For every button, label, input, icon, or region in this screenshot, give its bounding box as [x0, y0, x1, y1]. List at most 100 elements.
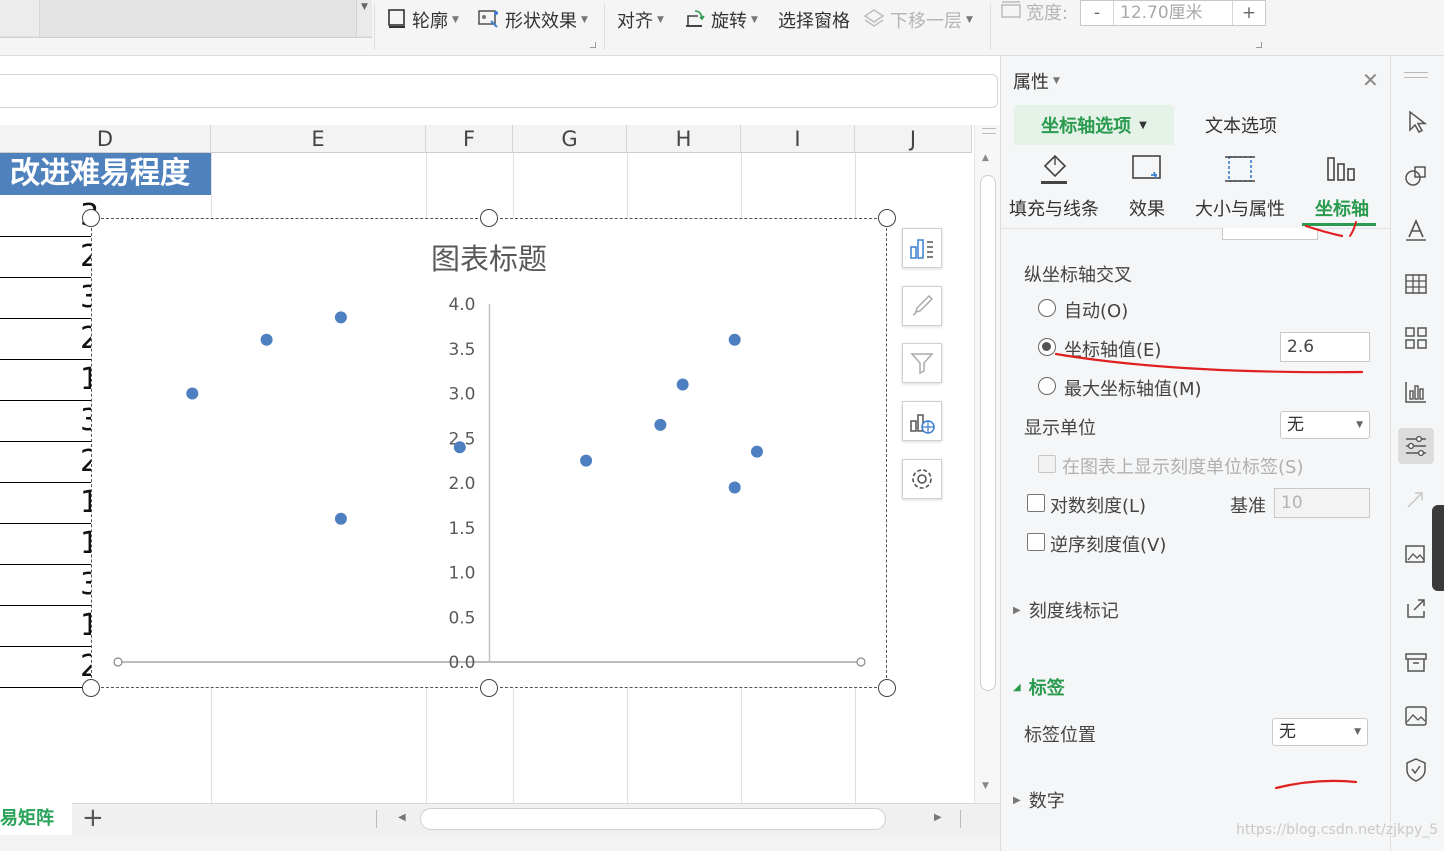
name-box[interactable] — [0, 0, 372, 38]
chart-settings-icon[interactable] — [902, 459, 942, 499]
category-fill-line[interactable]: 填充与线条 — [1009, 152, 1099, 224]
split-handle[interactable] — [982, 128, 996, 134]
rotate-button[interactable]: 旋转 ▼ — [683, 6, 758, 34]
chart-type-icon[interactable] — [902, 401, 942, 441]
data-point — [750, 445, 763, 458]
data-point — [334, 311, 347, 324]
panel-title[interactable]: 属性 ▼ — [1013, 68, 1060, 94]
name-box-dropdown-icon[interactable]: ▼ — [356, 0, 372, 36]
width-icon — [1000, 0, 1022, 26]
width-spinner[interactable]: - 12.70厘米 + — [1080, 0, 1266, 26]
chart-elements-icon[interactable] — [902, 228, 942, 268]
sheet-horizontal-scrollbar[interactable] — [420, 808, 886, 830]
close-icon[interactable]: ✕ — [1362, 68, 1379, 92]
send-backward-label: 下移一层 — [890, 11, 962, 32]
resize-handle-bottom[interactable] — [480, 679, 498, 697]
width-control-label: 宽度: — [1000, 0, 1068, 26]
sheet-tab-active[interactable]: 易矩阵 — [0, 803, 72, 835]
column-header-row: D E F G H I J — [0, 125, 972, 153]
axis-bars-icon — [1325, 152, 1359, 191]
shield-check-icon[interactable] — [1398, 752, 1434, 788]
scrollbar-thumb[interactable] — [980, 175, 996, 691]
align-button[interactable]: 对齐 ▼ — [617, 6, 664, 34]
selection-pane-button[interactable]: 选择窗格 — [778, 6, 850, 34]
outline-label: 轮廓 — [412, 11, 448, 32]
image-gallery-icon[interactable] — [1398, 536, 1434, 572]
send-backward-icon — [862, 7, 886, 34]
axis-handle[interactable] — [856, 657, 866, 667]
column-header-h[interactable]: H — [627, 125, 741, 153]
share-icon[interactable] — [1398, 590, 1434, 626]
ribbon-separator — [990, 4, 991, 50]
formula-bar[interactable] — [0, 74, 998, 108]
select-cursor-icon[interactable] — [1398, 104, 1434, 140]
axis-handle[interactable] — [113, 657, 123, 667]
tab-text-options[interactable]: 文本选项 — [1186, 105, 1296, 145]
scroll-down-icon[interactable]: ▼ — [982, 781, 989, 791]
column-header-e[interactable]: E — [211, 125, 426, 153]
rotate-label: 旋转 — [711, 11, 747, 32]
y-tick-label: 4.0 — [448, 295, 475, 315]
scroll-right-icon[interactable]: ▶ — [934, 812, 942, 823]
send-backward-button[interactable]: 下移一层 ▼ — [862, 6, 973, 34]
outline-button[interactable]: 轮廓 ▼ — [386, 6, 459, 34]
column-header-i[interactable]: I — [741, 125, 855, 153]
y-tick-label: 1.5 — [448, 519, 475, 539]
ribbon-separator — [604, 4, 605, 50]
name-box-left — [0, 0, 40, 36]
expand-arrow-icon: ▶ — [1013, 794, 1021, 806]
selection-pane-label: 选择窗格 — [778, 11, 850, 32]
table-icon[interactable] — [1398, 266, 1434, 302]
tab-axis-options[interactable]: 坐标轴选项 ▼ — [1014, 105, 1174, 145]
scatter-plot[interactable]: 0.00.51.01.52.02.53.03.54.0 — [91, 218, 887, 688]
properties-sliders-icon[interactable] — [1398, 428, 1434, 464]
dialog-launcher-icon[interactable] — [1256, 42, 1262, 48]
y-tick-label: 0.5 — [448, 608, 475, 628]
chart-icon[interactable] — [1398, 374, 1434, 410]
data-point — [260, 333, 273, 346]
shapes-icon[interactable] — [1398, 158, 1434, 194]
effect-icon — [1130, 152, 1164, 191]
shape-effect-button[interactable]: 形状效果 ▼ — [477, 6, 588, 34]
data-point — [453, 441, 466, 454]
column-header-d[interactable]: D — [0, 125, 211, 153]
column-header-f[interactable]: F — [426, 125, 513, 153]
resize-handle-top-left[interactable] — [82, 209, 100, 227]
sheet-vertical-scrollbar[interactable]: ▲ ▼ — [974, 125, 1000, 803]
tab-separator — [376, 810, 377, 828]
resize-handle-bottom-left[interactable] — [82, 679, 100, 697]
chevron-down-icon: ▼ — [966, 15, 973, 25]
data-point — [186, 387, 199, 400]
category-size-properties[interactable]: 大小与属性 — [1195, 152, 1285, 224]
column-header-g[interactable]: G — [513, 125, 627, 153]
chart-filter-icon[interactable] — [902, 343, 942, 383]
align-label: 对齐 — [617, 11, 653, 32]
dialog-launcher-icon[interactable] — [590, 42, 596, 48]
apps-grid-icon[interactable] — [1398, 320, 1434, 356]
category-effect[interactable]: 效果 — [1102, 152, 1192, 224]
add-sheet-button[interactable]: + — [82, 803, 104, 833]
category-axis[interactable]: 坐标轴 — [1297, 152, 1387, 224]
picture-icon[interactable] — [1398, 698, 1434, 734]
y-tick-label: 2.0 — [448, 474, 475, 494]
resize-handle-top-right[interactable] — [878, 209, 896, 227]
convert-icon[interactable] — [1398, 482, 1434, 518]
header-cell-difficulty[interactable]: 改进难易程度 — [0, 153, 211, 195]
archive-icon[interactable] — [1398, 644, 1434, 680]
resize-handle-bottom-right[interactable] — [878, 679, 896, 697]
data-point — [728, 481, 741, 494]
watermark: https://blog.csdn.net/zjkpy_5 — [1236, 822, 1439, 838]
width-input[interactable]: 12.70厘米 — [1113, 1, 1233, 25]
panel-title-label: 属性 — [1013, 72, 1049, 93]
width-decrement-button[interactable]: - — [1081, 1, 1113, 25]
resize-handle-top[interactable] — [480, 209, 498, 227]
y-tick-label: 1.0 — [448, 564, 475, 584]
width-label: 宽度: — [1026, 3, 1069, 24]
width-increment-button[interactable]: + — [1233, 1, 1265, 25]
scroll-left-icon[interactable]: ◀ — [398, 812, 406, 823]
column-header-j[interactable]: J — [855, 125, 972, 153]
shape-effect-label: 形状效果 — [505, 11, 577, 32]
scroll-up-icon[interactable]: ▲ — [982, 153, 989, 163]
chart-style-icon[interactable] — [902, 286, 942, 326]
text-style-icon[interactable] — [1398, 212, 1434, 248]
